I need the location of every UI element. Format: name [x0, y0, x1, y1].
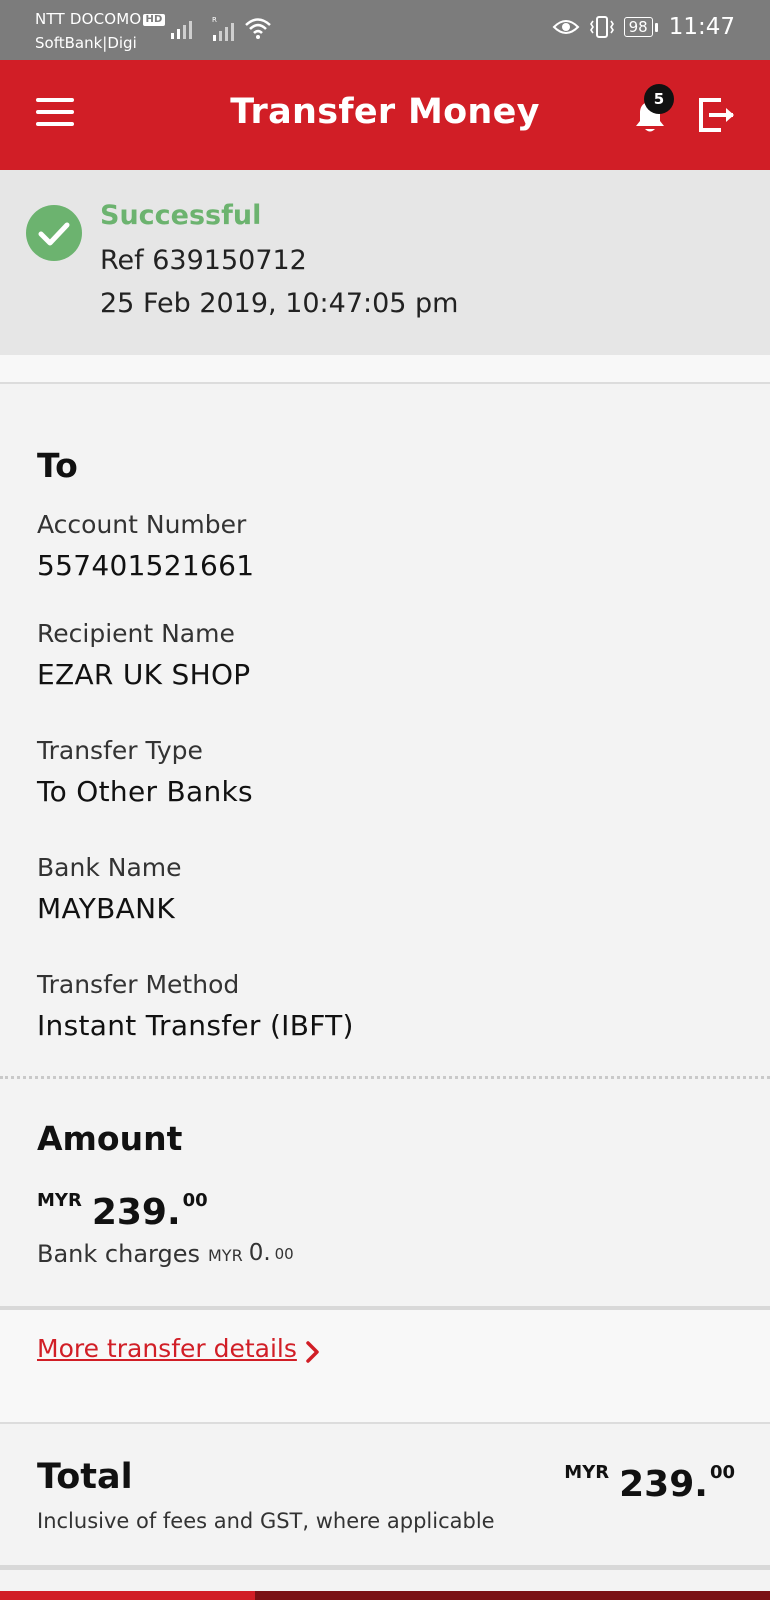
- signal-strength-icon: [171, 21, 192, 39]
- bottom-divider: [0, 1565, 770, 1570]
- notification-count-badge: 5: [644, 84, 674, 114]
- bank-charges-label: Bank charges: [37, 1240, 200, 1268]
- total-label: Total: [37, 1457, 133, 1497]
- bank-charges-whole: 0.: [248, 1240, 271, 1266]
- amount-cents: 00: [182, 1190, 208, 1211]
- clock: 11:47: [668, 14, 735, 40]
- account-number-value: 557401521661: [37, 549, 255, 582]
- total-amount: MYR 239. 00: [564, 1458, 735, 1505]
- vibrate-icon: [589, 16, 614, 38]
- section-spacer: [0, 355, 770, 384]
- account-number-label: Account Number: [37, 510, 247, 539]
- hd-badge: HD: [143, 14, 165, 26]
- transfer-type-label: Transfer Type: [37, 736, 203, 765]
- amount-value: MYR 239. 00: [37, 1186, 208, 1233]
- app-header: Transfer Money 5: [0, 60, 770, 170]
- carrier-primary-label: NTT DOCOMO: [35, 10, 142, 28]
- reference-number: Ref 639150712: [100, 245, 307, 276]
- more-details-section: [0, 1310, 770, 1424]
- total-cents: 00: [709, 1462, 735, 1483]
- transfer-datetime: 25 Feb 2019, 10:47:05 pm: [100, 288, 459, 319]
- carrier-secondary: SoftBank|Digi: [35, 34, 137, 52]
- bottom-action-bar-left[interactable]: [0, 1591, 255, 1600]
- bank-charges-currency: MYR: [207, 1246, 243, 1265]
- recipient-heading: To: [37, 446, 78, 485]
- battery-indicator: 98: [623, 17, 658, 37]
- amount-whole: 239.: [91, 1192, 181, 1233]
- total-currency: MYR: [564, 1462, 610, 1483]
- bank-charges-cents: 00: [274, 1245, 294, 1263]
- signal-roaming-icon: R: [212, 16, 234, 41]
- total-whole: 239.: [619, 1464, 708, 1505]
- more-transfer-details-link[interactable]: More transfer details: [37, 1334, 297, 1363]
- transfer-status-banner: Successful Ref 639150712 25 Feb 2019, 10…: [0, 170, 770, 355]
- recipient-name-label: Recipient Name: [37, 619, 235, 648]
- chevron-right-icon[interactable]: [305, 1340, 321, 1364]
- transfer-method-label: Transfer Method: [37, 970, 240, 999]
- carrier-primary: NTT DOCOMO HD: [35, 10, 165, 28]
- status-bar: NTT DOCOMO HD SoftBank|Digi R 98 11:47: [0, 0, 770, 60]
- amount-currency: MYR: [37, 1190, 82, 1211]
- transfer-type-value: To Other Banks: [37, 775, 253, 808]
- bank-name-value: MAYBANK: [37, 892, 176, 925]
- logout-button[interactable]: [697, 94, 739, 136]
- status-bar-right: 98 11:47: [552, 14, 735, 40]
- bottom-action-bar-right[interactable]: [255, 1591, 770, 1600]
- dotted-divider: [0, 1076, 770, 1079]
- success-check-icon: [26, 205, 82, 261]
- svg-text:R: R: [212, 16, 217, 24]
- recipient-name-value: EZAR UK SHOP: [37, 658, 251, 691]
- amount-heading: Amount: [37, 1119, 183, 1158]
- total-note: Inclusive of fees and GST, where applica…: [37, 1509, 495, 1533]
- eye-comfort-icon: [552, 20, 580, 34]
- status-label: Successful: [100, 200, 262, 231]
- bank-name-label: Bank Name: [37, 853, 182, 882]
- wifi-icon: [245, 18, 271, 39]
- transfer-method-value: Instant Transfer (IBFT): [37, 1009, 354, 1042]
- bank-charges: Bank charges MYR 0. 00: [37, 1240, 294, 1268]
